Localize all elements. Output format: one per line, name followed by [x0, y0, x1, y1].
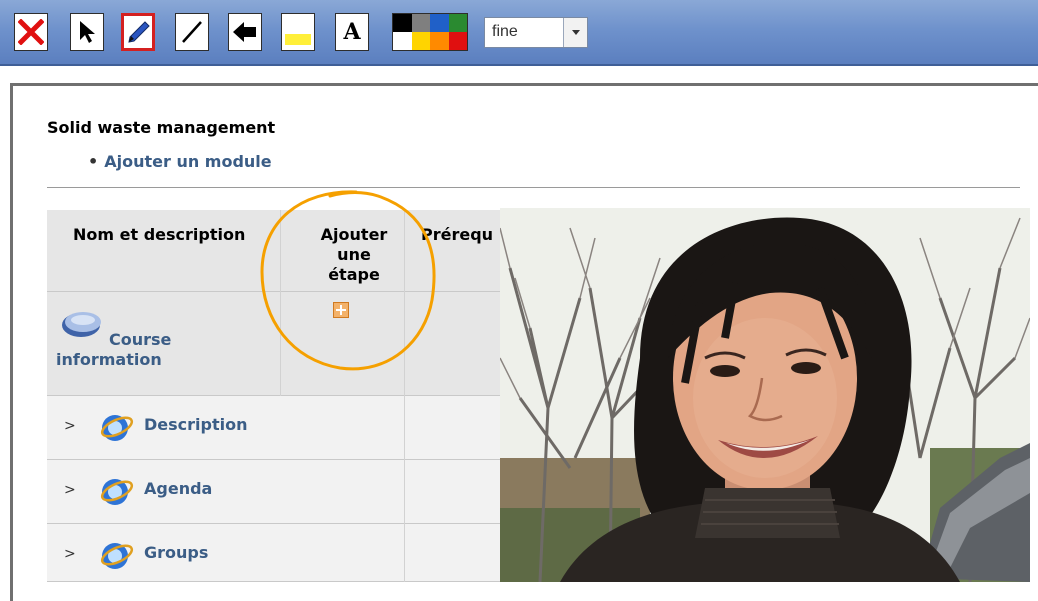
- header-prerequisite: Prérequ: [421, 225, 494, 244]
- color-swatch-7[interactable]: [448, 32, 467, 50]
- color-swatch-4[interactable]: [393, 32, 412, 50]
- row-label-groups[interactable]: Groups: [144, 543, 208, 562]
- header-name: Nom et description: [73, 225, 246, 244]
- ie-icon: [100, 543, 134, 569]
- column-divider: [404, 396, 405, 460]
- table-row: > Groups: [47, 524, 500, 582]
- column-divider: [404, 210, 405, 292]
- cursor-arrow-icon: [80, 21, 95, 43]
- column-divider: [404, 292, 405, 396]
- row-label-agenda[interactable]: Agenda: [144, 479, 212, 498]
- close-x-icon: [18, 19, 44, 45]
- portrait-illustration: [500, 208, 1030, 582]
- stroke-width-select[interactable]: fine: [484, 17, 588, 48]
- bullet-icon: •: [88, 152, 99, 171]
- add-module-label: Ajouter un module: [104, 152, 272, 171]
- course-info-line1[interactable]: Course: [109, 330, 171, 350]
- pen-tool-button[interactable]: [121, 13, 155, 51]
- line-tool-button[interactable]: [175, 13, 209, 51]
- column-divider: [404, 460, 405, 524]
- color-swatch-5[interactable]: [411, 32, 430, 50]
- table-row: > Description: [47, 396, 500, 460]
- select-tool-button[interactable]: [70, 13, 104, 51]
- portrait-photo: [500, 208, 1030, 582]
- color-palette[interactable]: [392, 13, 468, 51]
- chevron-down-icon[interactable]: [563, 18, 587, 47]
- color-swatch-0[interactable]: [393, 14, 412, 32]
- pen-icon: [128, 21, 150, 43]
- row-arrow: >: [64, 418, 76, 434]
- text-a-icon: A: [343, 19, 361, 45]
- color-swatch-6[interactable]: [430, 32, 449, 50]
- arrow-left-icon: [233, 22, 256, 42]
- color-swatch-1[interactable]: [411, 14, 430, 32]
- arrow-tool-button[interactable]: [228, 13, 262, 51]
- add-step-icon[interactable]: [333, 302, 349, 318]
- add-module-link[interactable]: • Ajouter un module: [88, 152, 272, 171]
- table-header: Nom et description Ajouter une étape Pré…: [47, 210, 500, 292]
- row-label-description[interactable]: Description: [144, 415, 247, 434]
- row-arrow: >: [64, 482, 76, 498]
- close-button[interactable]: [14, 13, 48, 51]
- text-tool-button[interactable]: A: [335, 13, 369, 51]
- course-info-line2[interactable]: information: [56, 350, 162, 370]
- ie-icon: [100, 415, 134, 441]
- annotation-toolbar: A fine: [0, 0, 1038, 66]
- table-row-course-info: Course information: [47, 292, 500, 396]
- ie-icon: [100, 479, 134, 505]
- column-divider: [404, 524, 405, 582]
- color-swatch-2[interactable]: [430, 14, 449, 32]
- table-row: > Agenda: [47, 460, 500, 524]
- header-add-step-line1: Ajouter: [320, 225, 388, 244]
- row-arrow: >: [64, 546, 76, 562]
- line-icon: [182, 21, 202, 43]
- page-title: Solid waste management: [47, 118, 276, 137]
- course-folder-icon: [62, 312, 101, 337]
- column-divider: [280, 210, 281, 292]
- column-divider: [280, 292, 281, 396]
- highlighter-icon: [285, 34, 311, 45]
- header-add-step-line2: une étape: [328, 245, 380, 284]
- divider: [47, 187, 1020, 188]
- color-swatch-3[interactable]: [448, 14, 467, 32]
- highlighter-tool-button[interactable]: [281, 13, 315, 51]
- stroke-width-value: fine: [492, 23, 518, 40]
